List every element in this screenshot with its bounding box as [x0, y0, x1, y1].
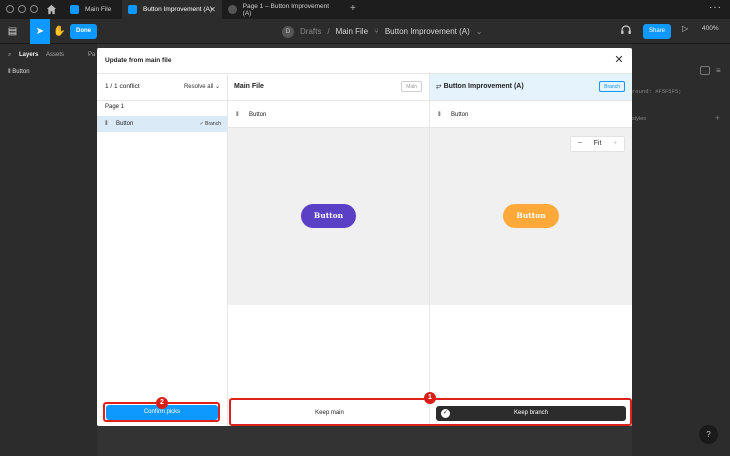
- layer-label: Button: [12, 69, 30, 75]
- new-tab-icon[interactable]: +: [350, 3, 356, 14]
- branch-preview-button: Button: [503, 204, 559, 228]
- main-column-title: Main File: [234, 83, 264, 90]
- left-panel: ⌕ Layers Assets Pa ⫴ Button: [0, 44, 97, 456]
- component-icon: ⫴: [8, 69, 11, 75]
- avatar[interactable]: D: [282, 25, 294, 38]
- resolve-all-dropdown[interactable]: Resolve all ⌄: [184, 83, 220, 90]
- dialog-header: Update from main file ✕: [97, 48, 632, 74]
- main-file-column: Main File Main ⫴ Button Button: [228, 74, 430, 426]
- breadcrumb-branch[interactable]: Button Improvement (A): [385, 27, 470, 36]
- more-icon[interactable]: ···: [709, 2, 722, 13]
- tab-button-improvement[interactable]: Button Improvement (A) ✕: [122, 0, 222, 19]
- dialog-title: Update from main file: [105, 57, 172, 64]
- main-tag: Main: [401, 81, 422, 92]
- branch-column-header: ⥂ Button Improvement (A) Branch: [430, 74, 632, 101]
- branch-tag: Branch: [599, 81, 625, 92]
- window-minimize-dot[interactable]: [18, 5, 26, 13]
- branch-file-icon: [128, 5, 137, 14]
- zoom-control: − Fit +: [570, 136, 625, 152]
- branch-icon: ⥂: [436, 83, 442, 90]
- move-tool-icon[interactable]: ➤: [30, 19, 50, 44]
- done-button[interactable]: Done: [70, 24, 97, 39]
- tab-label: Page 1 – Button Improvement (A): [242, 2, 330, 17]
- conflict-item-button[interactable]: ⫴ Button ✓ Branch: [97, 116, 227, 132]
- page-label: Page 1: [105, 104, 125, 110]
- step-badge-1: 1: [424, 392, 436, 404]
- branch-icon: ⑂: [374, 27, 379, 36]
- component-icon: ⫴: [438, 112, 441, 118]
- share-button[interactable]: Share: [643, 24, 671, 39]
- close-icon[interactable]: ✕: [612, 53, 626, 67]
- code-view-icon[interactable]: [700, 66, 710, 75]
- main-preview: Button: [228, 128, 429, 305]
- hand-tool-icon[interactable]: ✋: [52, 24, 67, 39]
- sidebar-header: 1 / 1 conflict Resolve all ⌄: [97, 74, 228, 101]
- right-panel: ≡ round: #F5F5F5; styles +: [632, 44, 730, 456]
- main-layer-label: Button: [249, 112, 267, 118]
- toolbar: ▤ ➤ ✋ Done D Drafts / Main File ⑂ Button…: [0, 19, 730, 44]
- title-bar: Main File Button Improvement (A) ✕ Page …: [0, 0, 730, 19]
- tab-label: Main File: [85, 6, 112, 13]
- close-icon[interactable]: ✕: [209, 5, 216, 14]
- headset-icon[interactable]: [620, 24, 632, 36]
- conflict-sidebar: 1 / 1 conflict Resolve all ⌄ Page 1 ⫴ Bu…: [97, 74, 228, 426]
- styles-label: styles: [632, 116, 647, 122]
- tab-layers[interactable]: Layers: [19, 52, 38, 58]
- chevron-down-icon: ⌄: [214, 84, 220, 90]
- step-badge-2: 2: [156, 397, 168, 409]
- conflict-item-status: ✓ Branch: [199, 120, 221, 127]
- branch-column-title: ⥂ Button Improvement (A): [436, 83, 524, 90]
- update-dialog: Update from main file ✕ 1 / 1 conflict R…: [97, 48, 632, 426]
- add-style-icon[interactable]: +: [715, 113, 720, 123]
- branch-layer-label: Button: [451, 112, 469, 118]
- tab-page-1[interactable]: Page 1 – Button Improvement (A): [222, 0, 342, 19]
- breadcrumb-drafts[interactable]: Drafts: [300, 27, 321, 36]
- list-icon[interactable]: ≡: [716, 66, 721, 75]
- component-icon: ⫴: [105, 121, 108, 127]
- background-code: round: #F5F5F5;: [632, 88, 682, 95]
- tab-label: Button Improvement (A): [143, 6, 212, 13]
- main-menu-icon[interactable]: ▤: [5, 24, 20, 39]
- layer-item-button[interactable]: ⫴ Button: [8, 69, 30, 76]
- main-layer-row: ⫴ Button: [228, 101, 429, 128]
- branch-column: ⥂ Button Improvement (A) Branch ⫴ Button…: [430, 74, 632, 426]
- search-icon[interactable]: ⌕: [8, 52, 11, 59]
- main-column-header: Main File Main: [228, 74, 429, 101]
- chevron-down-icon[interactable]: ⌄: [476, 27, 483, 36]
- tab-assets[interactable]: Assets: [46, 52, 64, 58]
- zoom-out-button[interactable]: −: [571, 137, 589, 151]
- zoom-in-button[interactable]: +: [606, 137, 624, 151]
- zoom-fit-button[interactable]: Fit: [589, 137, 607, 151]
- breadcrumb-main-file[interactable]: Main File: [336, 27, 368, 36]
- play-icon[interactable]: ▷: [682, 24, 688, 33]
- conflict-count: 1 / 1 conflict: [105, 83, 140, 90]
- resolve-all-label: Resolve all: [183, 84, 214, 90]
- component-icon: ⫴: [236, 112, 239, 118]
- help-button[interactable]: ?: [699, 425, 718, 444]
- zoom-level[interactable]: 400%: [702, 25, 719, 32]
- home-icon[interactable]: [46, 4, 57, 15]
- prototype-icon: [228, 5, 237, 14]
- checkmark-icon: ✓: [199, 120, 204, 127]
- branch-preview: − Fit + Button: [430, 128, 632, 305]
- conflict-item-label: Button: [116, 121, 134, 127]
- main-preview-button: Button: [301, 204, 356, 228]
- branch-layer-row: ⫴ Button: [430, 101, 632, 128]
- breadcrumb: D Drafts / Main File ⑂ Button Improvemen…: [282, 24, 488, 39]
- tab-main-file[interactable]: Main File: [64, 0, 122, 19]
- window-zoom-dot[interactable]: [30, 5, 38, 13]
- window-close-dot[interactable]: [6, 5, 14, 13]
- breadcrumb-separator: /: [327, 27, 330, 36]
- file-icon: [70, 5, 79, 14]
- tab-pages[interactable]: Pa: [88, 52, 95, 58]
